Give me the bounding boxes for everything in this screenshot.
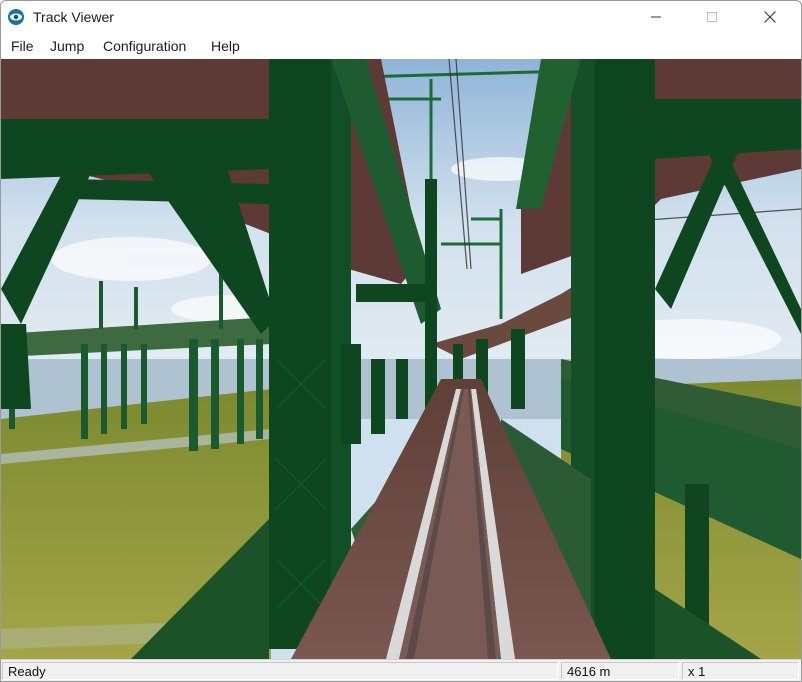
track-scene[interactable]: [1, 59, 801, 659]
menu-bar: File Jump Configuration Help: [1, 33, 801, 59]
menu-file[interactable]: File: [11, 38, 34, 54]
maximize-button[interactable]: [689, 1, 735, 33]
menu-help[interactable]: Help: [211, 38, 240, 54]
close-button[interactable]: [747, 1, 793, 33]
title-bar[interactable]: Track Viewer: [1, 1, 801, 33]
app-logo-icon: [8, 9, 24, 25]
minimize-button[interactable]: [633, 1, 679, 33]
status-distance: 4616 m: [561, 662, 679, 680]
track-viewer-window: Track Viewer File Jump Configuration Hel…: [0, 0, 802, 682]
status-zoom: x 1: [682, 662, 799, 680]
status-bar: Ready 4616 m x 1: [1, 659, 801, 681]
menu-jump[interactable]: Jump: [50, 38, 84, 54]
track-3d-viewport[interactable]: [1, 59, 801, 659]
menu-configuration[interactable]: Configuration: [103, 38, 186, 54]
maximize-icon: [707, 12, 717, 22]
close-icon: [764, 11, 776, 23]
window-title: Track Viewer: [33, 9, 114, 25]
minimize-icon: [651, 16, 661, 18]
status-state: Ready: [2, 662, 558, 680]
